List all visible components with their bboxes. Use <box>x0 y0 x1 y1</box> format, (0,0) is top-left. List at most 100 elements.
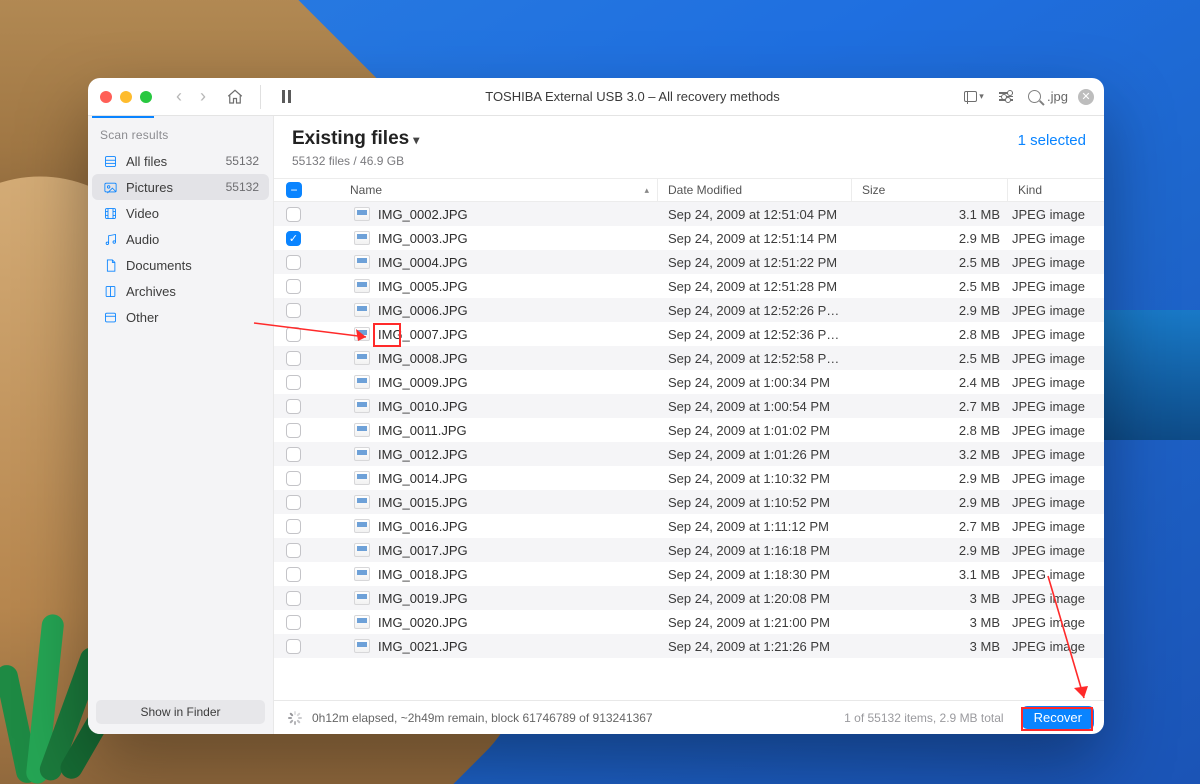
table-row[interactable]: IMG_0017.JPGSep 24, 2009 at 1:16:18 PM2.… <box>274 538 1104 562</box>
file-date: Sep 24, 2009 at 1:20:08 PM <box>658 591 852 606</box>
row-checkbox[interactable] <box>286 495 301 510</box>
column-header-size[interactable]: Size <box>852 179 1008 201</box>
row-checkbox[interactable] <box>286 543 301 558</box>
table-row[interactable]: IMG_0019.JPGSep 24, 2009 at 1:20:08 PM3 … <box>274 586 1104 610</box>
doc-icon <box>102 257 118 273</box>
row-checkbox[interactable] <box>286 303 301 318</box>
table-row[interactable]: IMG_0008.JPG Sep 24, 2009 at 12:52:58 P…2… <box>274 346 1104 370</box>
file-thumb-icon <box>354 207 370 221</box>
minimize-window-button[interactable] <box>120 91 132 103</box>
table-row[interactable]: IMG_0012.JPGSep 24, 2009 at 1:01:26 PM3.… <box>274 442 1104 466</box>
file-date: Sep 24, 2009 at 12:51:04 PM <box>658 207 852 222</box>
table-row[interactable]: IMG_0002.JPGSep 24, 2009 at 12:51:04 PM3… <box>274 202 1104 226</box>
sidebar-item-other[interactable]: Other <box>92 304 269 330</box>
home-button[interactable] <box>224 86 246 108</box>
file-size: 2.7 MB <box>852 399 1008 414</box>
table-row[interactable]: IMG_0016.JPGSep 24, 2009 at 1:11:12 PM2.… <box>274 514 1104 538</box>
file-name: IMG_0008.JPG <box>378 351 468 366</box>
filter-sliders-button[interactable] <box>996 87 1016 107</box>
other-icon <box>102 309 118 325</box>
file-date: Sep 24, 2009 at 1:00:34 PM <box>658 375 852 390</box>
nav-back-button[interactable]: ‹ <box>168 86 190 108</box>
table-row[interactable]: IMG_0014.JPGSep 24, 2009 at 1:10:32 PM2.… <box>274 466 1104 490</box>
chevron-down-icon: ▾ <box>413 133 419 147</box>
table-row[interactable]: IMG_0020.JPGSep 24, 2009 at 1:21:00 PM3 … <box>274 610 1104 634</box>
table-row[interactable]: IMG_0015.JPGSep 24, 2009 at 1:10:52 PM2.… <box>274 490 1104 514</box>
sidebar-item-label: Audio <box>126 232 259 247</box>
clear-search-button[interactable]: ✕ <box>1078 89 1094 105</box>
pause-scan-button[interactable] <box>275 86 297 108</box>
row-checkbox[interactable] <box>286 423 301 438</box>
sidebar-item-pictures[interactable]: Pictures 55132 <box>92 174 269 200</box>
sidebar-item-documents[interactable]: Documents <box>92 252 269 278</box>
row-checkbox[interactable] <box>286 639 301 654</box>
row-checkbox[interactable] <box>286 207 301 222</box>
sidebar-item-label: Pictures <box>126 180 218 195</box>
file-date: Sep 24, 2009 at 12:52:26 P… <box>658 303 852 318</box>
sidebar-item-count: 55132 <box>226 180 259 194</box>
file-date: Sep 24, 2009 at 12:52:58 P… <box>658 351 852 366</box>
table-row[interactable]: IMG_0011.JPGSep 24, 2009 at 1:01:02 PM2.… <box>274 418 1104 442</box>
zoom-window-button[interactable] <box>140 91 152 103</box>
row-checkbox[interactable] <box>286 471 301 486</box>
recover-button[interactable]: Recover <box>1022 706 1094 729</box>
view-mode-button[interactable]: ▾ <box>964 87 984 107</box>
table-row[interactable]: IMG_0009.JPGSep 24, 2009 at 1:00:34 PM2.… <box>274 370 1104 394</box>
file-size: 2.9 MB <box>852 543 1008 558</box>
sidebar: Scan results All files55132Pictures55132… <box>88 116 274 734</box>
table-row[interactable]: IMG_0004.JPGSep 24, 2009 at 12:51:22 PM2… <box>274 250 1104 274</box>
column-header-date[interactable]: Date Modified <box>658 179 852 201</box>
column-header-kind[interactable]: Kind <box>1008 183 1100 197</box>
row-checkbox[interactable] <box>286 399 301 414</box>
status-bar: 0h12m elapsed, ~2h49m remain, block 6174… <box>274 700 1104 734</box>
row-checkbox[interactable] <box>286 327 301 342</box>
sidebar-item-label: Archives <box>126 284 259 299</box>
file-size: 2.9 MB <box>852 495 1008 510</box>
sidebar-item-label: Other <box>126 310 259 325</box>
column-header-name[interactable]: Name ▴ <box>322 179 658 201</box>
row-checkbox[interactable] <box>286 591 301 606</box>
show-in-finder-button[interactable]: Show in Finder <box>96 700 265 724</box>
file-size: 2.8 MB <box>852 423 1008 438</box>
window-controls <box>100 91 152 103</box>
file-kind: JPEG image <box>1008 639 1100 654</box>
window-title: TOSHIBA External USB 3.0 – All recovery … <box>309 89 956 104</box>
table-row[interactable]: ✓IMG_0003.JPGSep 24, 2009 at 12:51:14 PM… <box>274 226 1104 250</box>
sidebar-item-video[interactable]: Video <box>92 200 269 226</box>
row-checkbox[interactable] <box>286 279 301 294</box>
file-name: IMG_0006.JPG <box>378 303 468 318</box>
row-checkbox[interactable]: ✓ <box>286 231 301 246</box>
file-size: 2.5 MB <box>852 351 1008 366</box>
sidebar-item-all-files[interactable]: All files55132 <box>92 148 269 174</box>
content-heading-button[interactable]: Existing files ▾ <box>292 128 419 150</box>
table-row[interactable]: IMG_0018.JPGSep 24, 2009 at 1:18:30 PM3.… <box>274 562 1104 586</box>
file-kind: JPEG image <box>1008 399 1100 414</box>
row-checkbox[interactable] <box>286 351 301 366</box>
sidebar-item-archives[interactable]: Archives <box>92 278 269 304</box>
file-thumb-icon <box>354 351 370 365</box>
scan-status-text: 0h12m elapsed, ~2h49m remain, block 6174… <box>312 711 653 725</box>
table-row[interactable]: IMG_0006.JPG Sep 24, 2009 at 12:52:26 P…2… <box>274 298 1104 322</box>
row-checkbox[interactable] <box>286 519 301 534</box>
table-row[interactable]: IMG_0007.JPGSep 24, 2009 at 12:52:36 P…2… <box>274 322 1104 346</box>
image-icon <box>102 179 118 195</box>
file-kind: JPEG image <box>1008 231 1100 246</box>
search-field[interactable]: .jpg ✕ <box>1028 89 1094 105</box>
file-size: 2.9 MB <box>852 303 1008 318</box>
row-checkbox[interactable] <box>286 615 301 630</box>
row-checkbox[interactable] <box>286 255 301 270</box>
sidebar-item-audio[interactable]: Audio <box>92 226 269 252</box>
table-row[interactable]: IMG_0021.JPGSep 24, 2009 at 1:21:26 PM3 … <box>274 634 1104 658</box>
row-checkbox[interactable] <box>286 567 301 582</box>
nav-forward-button[interactable]: › <box>192 86 214 108</box>
table-row[interactable]: IMG_0005.JPGSep 24, 2009 at 12:51:28 PM2… <box>274 274 1104 298</box>
close-window-button[interactable] <box>100 91 112 103</box>
row-checkbox[interactable] <box>286 447 301 462</box>
file-size: 3.1 MB <box>852 567 1008 582</box>
file-name: IMG_0009.JPG <box>378 375 468 390</box>
table-row[interactable]: IMG_0010.JPGSep 24, 2009 at 1:00:54 PM2.… <box>274 394 1104 418</box>
file-name: IMG_0016.JPG <box>378 519 468 534</box>
file-thumb-icon <box>354 231 370 245</box>
deselect-all-button[interactable]: − <box>286 182 302 198</box>
row-checkbox[interactable] <box>286 375 301 390</box>
